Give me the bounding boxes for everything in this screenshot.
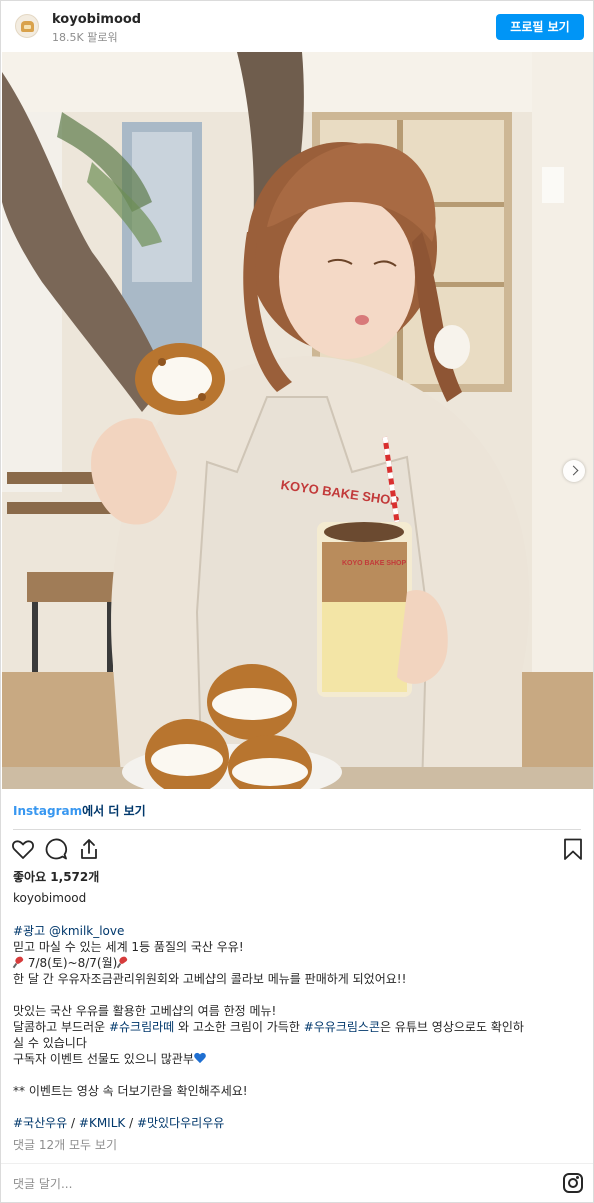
add-comment-input[interactable]: 댓글 달기... [13,1175,72,1192]
caption-line: 믿고 마실 수 있는 세계 1등 품질의 국산 우유! [13,940,244,954]
header-username[interactable]: koyobimood [52,12,141,27]
hashtag-link[interactable]: #맛있다우리우유 [137,1116,224,1130]
caption-text: 달콤하고 부드러운 [13,1020,109,1034]
caption-line: 달콤하고 부드러운 #슈크림라떼 와 고소한 크림이 가득한 #우유크림스콘은 … [13,1019,583,1035]
view-all-comments-link[interactable]: 댓글 12개 모두 보기 [13,1136,117,1153]
caption-line: 구독자 이벤트 선물도 있으니 많관부 [13,1051,583,1067]
caption-text: 와 고소한 크림이 가득한 [174,1020,304,1034]
hashtag-link[interactable]: #광고 [13,924,45,938]
view-profile-button[interactable]: 프로필 보기 [496,14,584,40]
instagram-brand-text: Instagram [13,804,83,818]
photo-illustration: KOYO BAKE SHOP KOYO BAKE SHOP [2,52,593,789]
hashtag-link[interactable]: #국산우유 [13,1116,67,1130]
view-more-on-instagram-link[interactable]: Instagram에서 더 보기 [13,802,146,819]
caption-hashtags: #국산우유 / #KMILK / #맛있다우리우유 [13,1115,583,1131]
pushpin-icon [13,957,24,968]
hashtag-separator: / [67,1116,79,1130]
caption-username[interactable]: koyobimood [13,891,86,905]
instagram-logo-icon[interactable] [563,1173,583,1193]
event-dates: 7/8(토)~8/7(월) [27,956,118,970]
bread-avatar-icon[interactable] [15,14,39,38]
post-photo[interactable]: KOYO BAKE SHOP KOYO BAKE SHOP [2,52,593,789]
bookmark-icon[interactable] [561,837,585,861]
divider [13,829,581,830]
comment-icon[interactable] [44,837,68,861]
action-bar [11,837,585,863]
caption-line: #광고 @kmilk_love [13,923,583,939]
caption-line: 실 수 있습니다 [13,1036,87,1050]
caption-line: ** 이벤트는 영상 속 더보기란을 확인해주세요! [13,1084,248,1098]
post-caption: #광고 @kmilk_love 믿고 마실 수 있는 세계 1등 품질의 국산 … [13,923,583,1131]
cup-text: KOYO BAKE SHOP [342,560,407,567]
caption-text: 구독자 이벤트 선물도 있으니 많관부 [13,1052,194,1066]
caption-line: 한 달 간 우유자조금관리위원회와 고베샵의 콜라보 메뉴를 판매하게 되었어요… [13,972,407,986]
mention-link[interactable]: @kmilk_love [49,924,124,938]
blue-heart-icon [194,1053,206,1064]
caption-line: 7/8(토)~8/7(월) [13,955,583,971]
instagram-embed-card: koyobimood 18.5K 팔로워 프로필 보기 KOYO BAKE SH… [0,0,594,1203]
post-header: koyobimood 18.5K 팔로워 프로필 보기 [1,1,593,51]
hashtag-link[interactable]: #KMILK [79,1116,125,1130]
chevron-right-icon[interactable] [563,460,585,482]
divider [1,1163,593,1164]
caption-line: 맛있는 국산 우유를 활용한 고베샵의 여름 한정 메뉴! [13,1004,277,1018]
like-count[interactable]: 좋아요 1,572개 [13,868,99,885]
heart-icon[interactable] [11,837,35,861]
caption-text: 은 유튜브 영상으로도 확인하 [380,1020,524,1034]
follower-count: 18.5K 팔로워 [52,31,118,44]
hashtag-separator: / [125,1116,137,1130]
view-more-label: 에서 더 보기 [82,804,146,818]
hashtag-link[interactable]: #슈크림라떼 [109,1020,174,1034]
share-icon[interactable] [77,837,101,861]
hashtag-link[interactable]: #우유크림스콘 [304,1020,380,1034]
pushpin-icon [117,957,128,968]
